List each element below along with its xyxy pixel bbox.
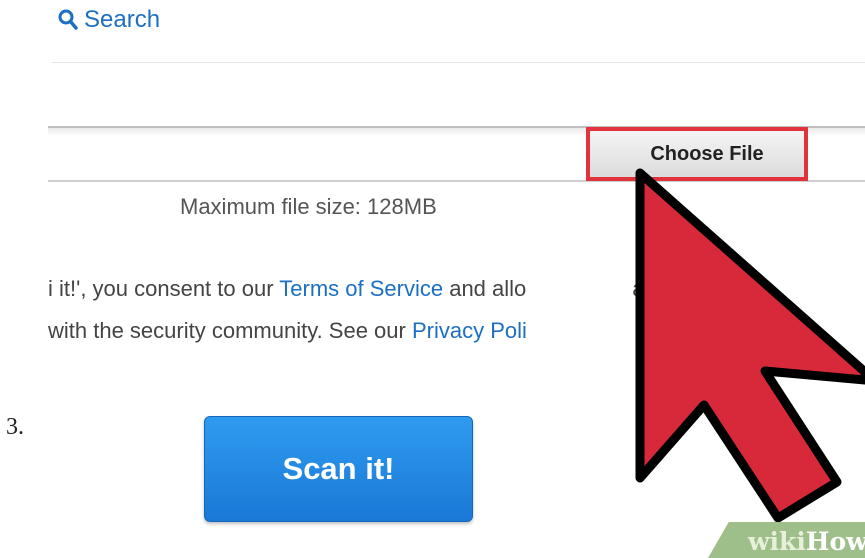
watermark-prefix: wiki bbox=[748, 527, 806, 556]
consent-text-line-1: i it!', you consent to our Terms of Serv… bbox=[48, 276, 674, 302]
consent-text-prefix: i it!', you consent to our bbox=[48, 276, 280, 301]
search-icon bbox=[58, 9, 78, 31]
step-number: 3. bbox=[6, 414, 24, 440]
consent-text-line-2: with the security community. See our Pri… bbox=[48, 318, 527, 344]
wikihow-watermark: wikiHow bbox=[748, 527, 865, 556]
consent-text-middle: and allo bbox=[443, 276, 527, 301]
scan-it-button[interactable]: Scan it! bbox=[204, 416, 473, 522]
header-divider bbox=[52, 62, 865, 63]
search-label: Search bbox=[84, 6, 161, 33]
max-file-size-text: Maximum file size: 128MB bbox=[180, 194, 437, 219]
consent-text-line2-prefix: with the security community. See our bbox=[48, 318, 412, 343]
choose-file-button[interactable]: Choose File bbox=[586, 127, 808, 181]
screenshot-stage: Search Choose File Maximum file size: 12… bbox=[0, 0, 865, 558]
terms-of-service-link[interactable]: Terms of Service bbox=[279, 276, 443, 301]
choose-file-label: Choose File bbox=[650, 142, 764, 165]
search-link[interactable]: Search bbox=[58, 6, 160, 34]
scan-it-label: Scan it! bbox=[282, 451, 395, 486]
privacy-policy-link[interactable]: Privacy Poli bbox=[412, 318, 527, 343]
watermark-suffix: How bbox=[805, 527, 865, 556]
consent-text-suffix: al to bbox=[632, 276, 674, 301]
